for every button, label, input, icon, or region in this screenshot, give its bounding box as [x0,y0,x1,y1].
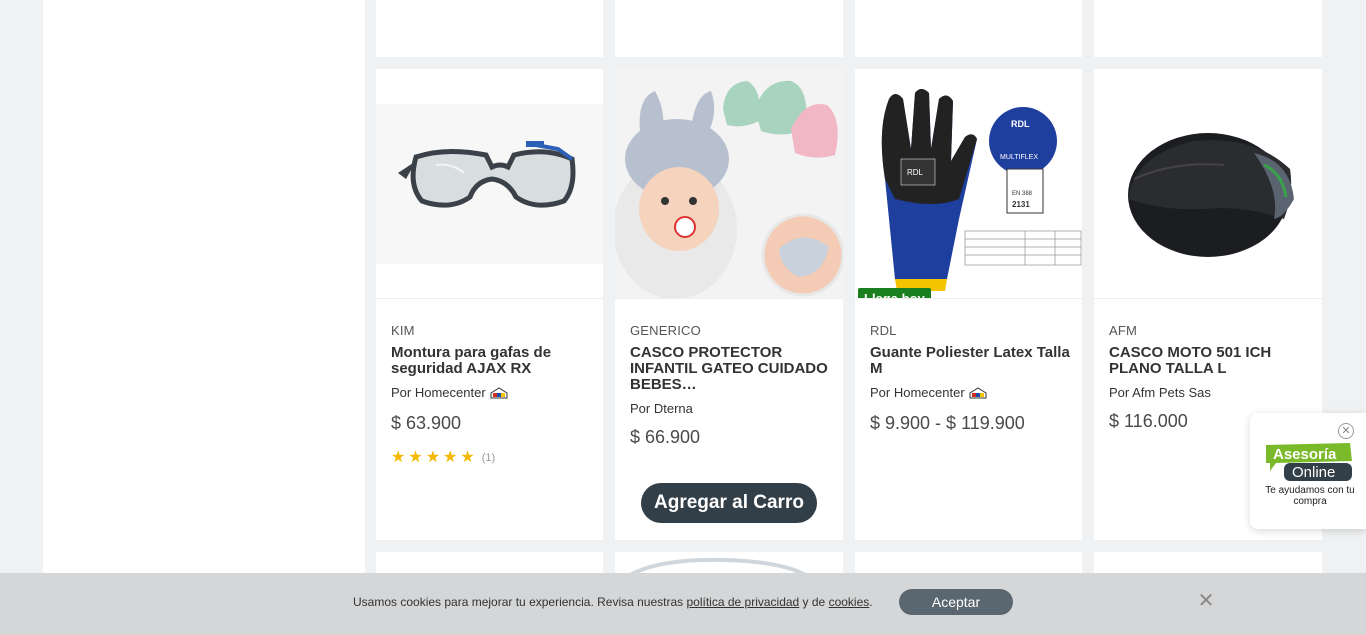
same-day-badge: Llega hoy [858,288,931,298]
homecenter-logo-icon [490,386,508,398]
seller-label: Por Afm Pets Sas [1109,385,1211,400]
product-title[interactable]: Guante Poliester Latex Talla M [870,345,1070,377]
product-seller: Por Homecenter [870,385,987,400]
add-to-cart-button[interactable]: Agregar al Carro [641,483,817,523]
product-price: $ 116.000 [1109,411,1188,431]
asesoria-online-logo: Asesoría Online [1266,443,1352,481]
star-icon: ★ [443,449,458,466]
cookie-text-middle: y de [799,595,829,609]
product-title[interactable]: CASCO PROTECTOR INFANTIL GATEO CUIDADO B… [630,345,830,393]
code-2131-text: 2131 [1012,200,1030,209]
product-card[interactable]: KIM Montura para gafas de seguridad AJAX… [376,69,603,540]
filter-sidebar [43,0,365,635]
privacy-policy-link[interactable]: política de privacidad [686,595,799,609]
product-image-glasses[interactable] [376,69,603,299]
star-icon: ★ [408,449,423,466]
product-seller: Por Afm Pets Sas [1109,385,1211,400]
online-advice-widget[interactable]: ✕ Asesoría Online Te ayudamos con tu com… [1250,413,1366,529]
product-card-previous[interactable] [1094,0,1322,57]
product-card[interactable]: RDL RDL MULTIFLEX EN 388 2131 Llega hoy … [855,69,1082,540]
multiflex-text: MULTIFLEX [1000,154,1038,161]
asesoria-text: Asesoría [1273,446,1337,463]
product-title[interactable]: CASCO MOTO 501 ICH PLANO TALLA L [1109,345,1309,377]
seller-label: Por Homecenter [870,385,965,400]
cookies-link[interactable]: cookies [829,595,870,609]
product-card-previous[interactable] [855,0,1082,57]
close-icon[interactable]: ✕ [1196,591,1216,611]
star-icon: ★ [425,449,441,466]
product-price: $ 66.900 [630,427,701,447]
product-price: $ 63.900 [391,413,462,433]
product-image-baby-helmet[interactable] [615,69,843,299]
rating-count: (1) [481,452,496,464]
seller-label: Por Dterna [630,401,693,416]
product-title[interactable]: Montura para gafas de seguridad AJAX RX [391,345,591,377]
svg-text:RDL: RDL [907,168,924,177]
product-image-motorcycle-helmet[interactable] [1094,69,1322,299]
homecenter-logo-icon [969,386,987,398]
cookie-text-before: Usamos cookies para mejorar tu experienc… [353,595,687,609]
product-card-previous[interactable] [376,0,603,57]
product-seller: Por Dterna [630,401,693,416]
product-image-glove[interactable]: RDL RDL MULTIFLEX EN 388 2131 Llega hoy [855,69,1082,299]
product-brand: GENERICO [630,323,701,338]
cookie-text-after: . [869,595,873,609]
product-card[interactable]: GENERICO CASCO PROTECTOR INFANTIL GATEO … [615,69,843,540]
star-icon: ★ [460,449,475,466]
chat-tagline: Te ayudamos con tu compra [1265,485,1355,507]
online-text: Online [1292,464,1335,481]
rating-stars: ★ ★ ★ ★ ★ (1) [391,450,495,466]
en388-text: EN 388 [1012,191,1033,197]
star-icon: ★ [391,449,406,466]
product-price: $ 9.900 - $ 119.900 [870,413,1025,433]
accept-cookies-button[interactable]: Aceptar [899,589,1013,615]
product-brand: KIM [391,323,415,338]
product-brand: RDL [870,323,897,338]
cookie-consent-bar: Usamos cookies para mejorar tu experienc… [0,573,1366,635]
product-brand: AFM [1109,323,1138,338]
product-seller: Por Homecenter [391,385,508,400]
seller-label: Por Homecenter [391,385,486,400]
product-card-previous[interactable] [615,0,843,57]
rdl-logo-text: RDL [1011,119,1030,129]
cookie-message: Usamos cookies para mejorar tu experienc… [353,595,873,609]
